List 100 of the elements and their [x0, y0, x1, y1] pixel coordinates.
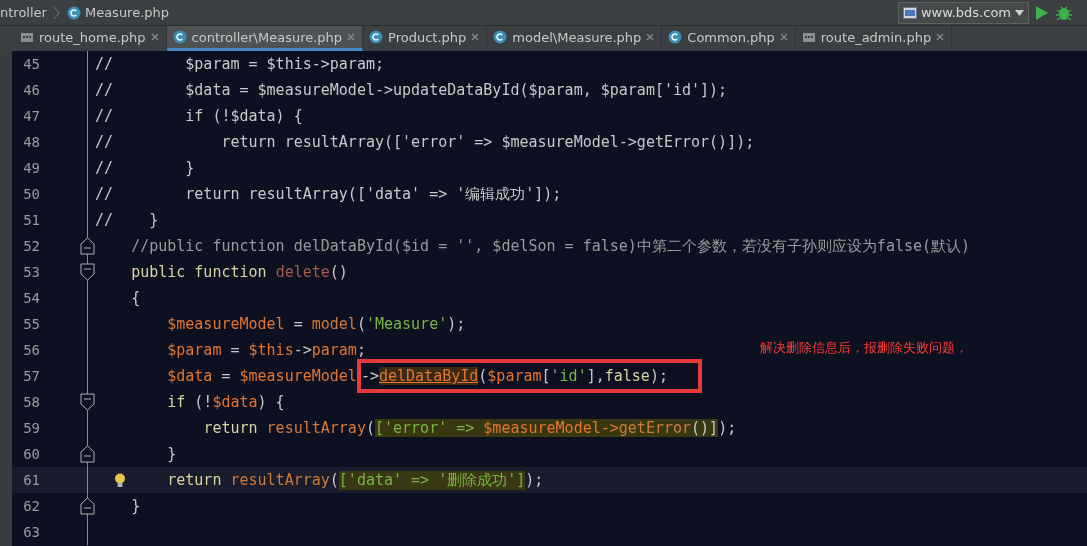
code-token: public function	[131, 263, 267, 281]
fold-marker-icon[interactable]	[80, 445, 95, 463]
code-token: $data	[167, 367, 213, 385]
code-token: (	[356, 315, 366, 333]
code-token: $measureModel->	[483, 419, 619, 437]
code-token: (	[329, 471, 339, 489]
fold-marker-icon[interactable]	[80, 393, 95, 411]
line-number: 56	[22, 342, 40, 358]
close-icon[interactable]	[347, 33, 356, 41]
code-token: 'id'	[550, 367, 587, 385]
line-number: 48	[22, 134, 40, 150]
line-number: 54	[22, 290, 40, 306]
code-token: return	[203, 419, 258, 437]
commented-code: // return resultArray(['data' => '编辑成功']);	[95, 184, 562, 204]
close-icon[interactable]	[646, 33, 655, 41]
class-file-icon	[668, 30, 683, 44]
editor-tab[interactable]: model\Measure.php	[487, 26, 663, 51]
line-number: 46	[22, 82, 40, 98]
class-file-icon	[493, 30, 508, 44]
code-token: false	[604, 367, 650, 385]
fold-marker-icon[interactable]	[80, 237, 95, 255]
code-token: delete	[275, 263, 330, 281]
editor-tab[interactable]: route_admin.php	[795, 26, 953, 51]
code-token: resultArray	[230, 471, 330, 489]
code-token: $param	[487, 367, 542, 385]
close-icon[interactable]	[150, 33, 159, 41]
code-token: );	[718, 419, 737, 437]
code-token: return	[167, 471, 222, 489]
line-number: 55	[22, 316, 40, 332]
line-number: 58	[22, 394, 40, 410]
class-file-icon	[66, 5, 81, 20]
code-token: );	[649, 367, 668, 385]
code-token: ],	[586, 367, 605, 385]
code-token: =	[293, 315, 303, 333]
code-token: ['error' =>	[374, 419, 475, 437]
close-icon[interactable]	[936, 33, 945, 41]
method-reference: delDataById	[378, 367, 479, 385]
annotation-note: 解决删除信息后，报删除失败问题，	[760, 339, 968, 357]
code-token: $measureModel	[239, 367, 357, 385]
code-token: if	[167, 393, 186, 411]
class-file-icon	[369, 30, 384, 44]
code-token: {	[131, 289, 141, 307]
editor-tab[interactable]: Common.php	[662, 26, 796, 51]
monitor-icon	[903, 6, 917, 19]
code-token: [	[541, 367, 551, 385]
code-token: ->	[360, 367, 379, 385]
code-token: $data	[212, 393, 258, 411]
close-icon[interactable]	[779, 33, 788, 41]
breadcrumb-item[interactable]: ntroller	[0, 5, 47, 20]
code-token: }	[131, 497, 141, 515]
close-icon[interactable]	[471, 33, 480, 41]
line-number: 62	[22, 498, 40, 514]
fold-marker-icon[interactable]	[80, 263, 95, 281]
code-token: param	[311, 341, 357, 359]
commented-code: // if (!$data) {	[95, 107, 303, 125]
editor-tab[interactable]: route_home.php	[14, 26, 167, 51]
code-token: =	[221, 367, 231, 385]
class-file-icon	[172, 30, 187, 44]
commented-code: // $data = $measureModel->updateDataById($param, $param['id']);	[95, 81, 728, 99]
code-token: ()]	[691, 419, 719, 437]
line-number: 53	[22, 264, 40, 280]
line-number: 63	[22, 524, 40, 540]
commented-code: // }	[95, 211, 159, 229]
code-token: ()	[329, 263, 348, 281]
run-icon[interactable]	[1035, 4, 1049, 21]
php-file-icon	[801, 30, 816, 44]
code-token: (!	[194, 393, 213, 411]
code-token: (	[478, 367, 488, 385]
code-token: =	[230, 341, 240, 359]
line-number: 47	[22, 108, 40, 124]
code-comment: //public function delDataById($id = '', $delSon = false)中第二个参数，若没有子孙则应设为false(默认)	[131, 236, 971, 256]
code-token: getError	[618, 419, 692, 437]
code-token: $this	[248, 341, 294, 359]
code-token: $param	[167, 341, 222, 359]
commented-code: // $param = $this->param;	[95, 55, 384, 73]
code-token: ) {	[257, 393, 285, 411]
editor-tab[interactable]: Product.php	[363, 26, 488, 51]
editor-tab[interactable]: controller\Measure.php	[166, 26, 364, 51]
code-token: (	[365, 419, 375, 437]
line-number: 45	[22, 56, 40, 72]
code-token: );	[447, 315, 466, 333]
code-token: ->	[293, 341, 312, 359]
line-number: 49	[22, 160, 40, 176]
line-number: 52	[22, 238, 40, 254]
code-token: $measureModel	[167, 315, 285, 333]
chevron-icon	[52, 5, 61, 20]
code-token: );	[525, 471, 544, 489]
caret-icon	[1015, 9, 1024, 16]
lightbulb-icon[interactable]	[114, 473, 126, 488]
commented-code: // return resultArray(['error' => $measureModel->getError()]);	[95, 133, 755, 151]
fold-marker-icon[interactable]	[80, 497, 95, 515]
line-number: 61	[22, 472, 40, 488]
line-number: 59	[22, 420, 40, 436]
run-config-dropdown[interactable]: www.bds.com	[898, 1, 1029, 24]
code-token: ['data' => '删除成功']	[338, 470, 526, 489]
code-token: }	[167, 445, 177, 463]
code-token: ;	[356, 341, 366, 359]
breadcrumb-item[interactable]: Measure.php	[66, 5, 170, 20]
line-number: 60	[22, 446, 40, 462]
code-token: 'Measure'	[365, 315, 448, 333]
